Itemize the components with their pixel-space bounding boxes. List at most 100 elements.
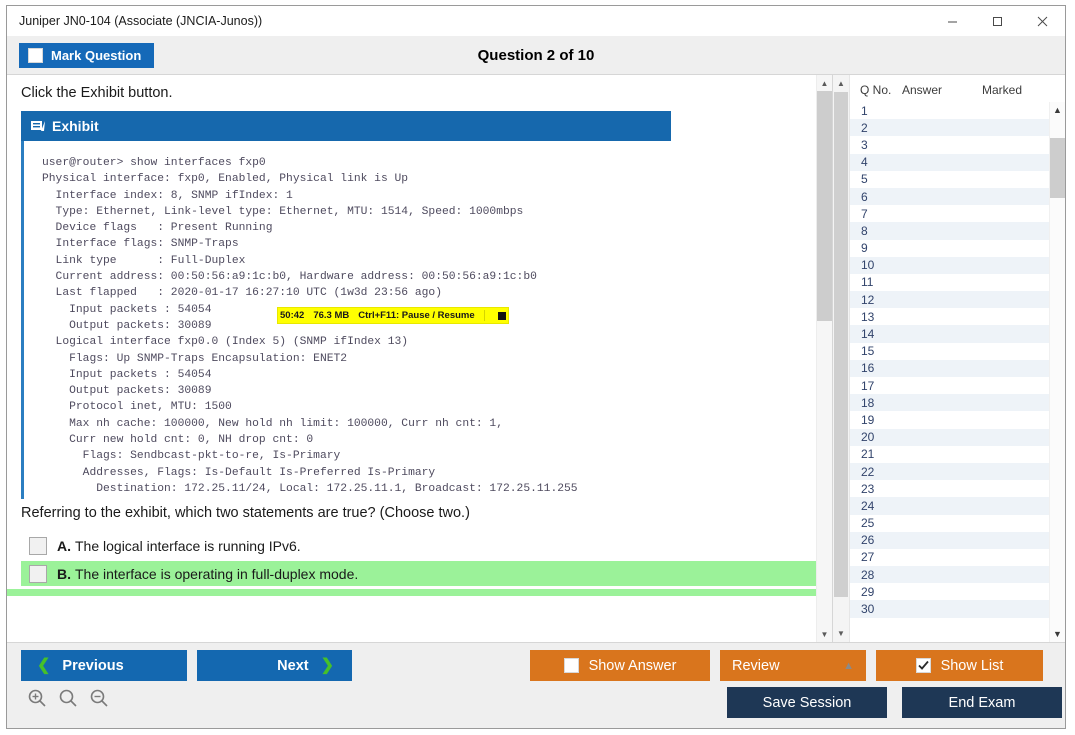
question-list-inner: Q No. Answer Marked 12345678910111213141… <box>850 75 1065 642</box>
next-button[interactable]: Next ❯ <box>197 650 352 681</box>
list-scroll-up-icon[interactable]: ▲ <box>1050 102 1065 118</box>
question-list-number: 6 <box>850 190 902 204</box>
previous-button-label: Previous <box>62 658 123 674</box>
question-list-row[interactable]: 9 <box>850 240 1049 257</box>
question-list-row[interactable]: 7 <box>850 205 1049 222</box>
previous-button[interactable]: ❮ Previous <box>21 650 187 681</box>
show-answer-button[interactable]: Show Answer <box>530 650 710 681</box>
question-list-number: 24 <box>850 499 902 513</box>
question-list-row[interactable]: 11 <box>850 274 1049 291</box>
save-session-button[interactable]: Save Session <box>727 687 887 718</box>
question-list-row[interactable]: 19 <box>850 411 1049 428</box>
question-list-row[interactable]: 24 <box>850 497 1049 514</box>
question-list-number: 23 <box>850 482 902 496</box>
question-list-row[interactable]: 14 <box>850 325 1049 342</box>
question-stem: Referring to the exhibit, which two stat… <box>7 499 832 521</box>
question-list-number: 21 <box>850 447 902 461</box>
question-pane-scrollbar[interactable]: ▲ ▼ <box>816 75 832 642</box>
answer-choice[interactable]: B.The interface is operating in full-dup… <box>21 561 832 586</box>
answer-choice-letter: A. <box>57 538 71 554</box>
question-list-number: 28 <box>850 568 902 582</box>
terminal-line: Current address: 00:50:56:a9:1c:b0, Hard… <box>42 269 832 285</box>
question-list-row[interactable]: 23 <box>850 480 1049 497</box>
question-list-row[interactable]: 12 <box>850 291 1049 308</box>
question-list-row[interactable]: 3 <box>850 136 1049 153</box>
minimize-icon[interactable] <box>930 6 975 36</box>
terminal-line: user@router> show interfaces fxp0 <box>42 155 832 171</box>
question-list-number: 29 <box>850 585 902 599</box>
question-list-row[interactable]: 4 <box>850 154 1049 171</box>
maximize-icon[interactable] <box>975 6 1020 36</box>
terminal-line: Max nh cache: 100000, New hold nh limit:… <box>42 416 832 432</box>
close-icon[interactable] <box>1020 6 1065 36</box>
answer-choice-checkbox[interactable] <box>29 537 47 555</box>
question-list-row[interactable]: 20 <box>850 429 1049 446</box>
question-list-row[interactable]: 15 <box>850 343 1049 360</box>
terminal-line: Type: Ethernet, Link-level type: Etherne… <box>42 204 832 220</box>
panel-scroll-thumb[interactable] <box>834 92 848 597</box>
question-list-row[interactable]: 16 <box>850 360 1049 377</box>
question-list-row[interactable]: 13 <box>850 308 1049 325</box>
next-button-label: Next <box>277 658 308 674</box>
chevron-left-icon: ❮ <box>37 658 50 674</box>
panel-outer-scrollbar[interactable]: ▲ ▼ <box>833 75 850 642</box>
question-pane-scroll-thumb[interactable] <box>817 91 832 321</box>
question-list-number: 9 <box>850 241 902 255</box>
question-list-row[interactable]: 17 <box>850 377 1049 394</box>
question-list-row[interactable]: 2 <box>850 119 1049 136</box>
question-list-row[interactable]: 30 <box>850 600 1049 617</box>
answer-choice-checkbox[interactable] <box>29 565 47 583</box>
question-list-number: 3 <box>850 138 902 152</box>
question-list-row[interactable]: 29 <box>850 583 1049 600</box>
question-list-row[interactable]: 26 <box>850 532 1049 549</box>
zoom-out-icon[interactable] <box>89 688 109 713</box>
question-list-number: 12 <box>850 293 902 307</box>
terminal-line: Flags: Up SNMP-Traps Encapsulation: ENET… <box>42 351 832 367</box>
question-list-row[interactable]: 28 <box>850 566 1049 583</box>
exam-header-bar: Mark Question Question 2 of 10 <box>7 36 1065 74</box>
zoom-reset-icon[interactable] <box>58 688 78 713</box>
mark-question-button[interactable]: Mark Question <box>19 43 154 68</box>
save-session-label: Save Session <box>763 695 852 711</box>
panel-scroll-up-icon[interactable]: ▲ <box>833 75 849 92</box>
question-list-row[interactable]: 27 <box>850 549 1049 566</box>
window-controls <box>930 6 1065 36</box>
question-list-row[interactable]: 10 <box>850 257 1049 274</box>
question-list-number: 5 <box>850 172 902 186</box>
review-dropdown-button[interactable]: Review ▲ <box>720 650 866 681</box>
question-pane-scroll-down-icon[interactable]: ▼ <box>817 626 832 642</box>
column-header-marked: Marked <box>982 83 1052 97</box>
chevron-right-icon: ❯ <box>321 658 334 674</box>
question-list-row[interactable]: 1 <box>850 102 1049 119</box>
show-list-button[interactable]: Show List <box>876 650 1043 681</box>
list-scroll-thumb[interactable] <box>1050 138 1065 198</box>
question-list-row[interactable]: 25 <box>850 515 1049 532</box>
question-list-number: 27 <box>850 550 902 564</box>
question-pane-scroll-up-icon[interactable]: ▲ <box>817 75 832 91</box>
recorder-stop-icon[interactable] <box>498 312 506 320</box>
answer-choice[interactable]: A.The logical interface is running IPv6. <box>21 533 832 558</box>
question-list-number: 1 <box>850 104 902 118</box>
panel-scroll-down-icon[interactable]: ▼ <box>833 625 849 642</box>
question-list-row[interactable]: 21 <box>850 446 1049 463</box>
question-list-scrollbar[interactable]: ▲ ▼ <box>1049 102 1065 642</box>
body-area: Click the Exhibit button. Exhibit use <box>7 74 1065 642</box>
question-list-row[interactable]: 8 <box>850 222 1049 239</box>
window-title: Juniper JN0-104 (Associate (JNCIA-Junos)… <box>7 14 262 28</box>
question-list-number: 10 <box>850 258 902 272</box>
question-list-number: 22 <box>850 465 902 479</box>
zoom-in-icon[interactable] <box>27 688 47 713</box>
exhibit-title-label: Exhibit <box>52 118 99 134</box>
question-list-row[interactable]: 22 <box>850 463 1049 480</box>
zoom-controls <box>27 688 109 713</box>
question-list-row[interactable]: 6 <box>850 188 1049 205</box>
chevron-up-icon: ▲ <box>843 660 854 672</box>
question-list-row[interactable]: 5 <box>850 171 1049 188</box>
question-list-number: 25 <box>850 516 902 530</box>
terminal-line: Physical interface: fxp0, Enabled, Physi… <box>42 171 832 187</box>
terminal-line: Interface index: 8, SNMP ifIndex: 1 <box>42 188 832 204</box>
end-exam-button[interactable]: End Exam <box>902 687 1062 718</box>
list-scroll-down-icon[interactable]: ▼ <box>1050 626 1065 642</box>
screen-recorder-overlay: 50:42 76.3 MB Ctrl+F11: Pause / Resume <box>277 307 509 324</box>
question-list-row[interactable]: 18 <box>850 394 1049 411</box>
